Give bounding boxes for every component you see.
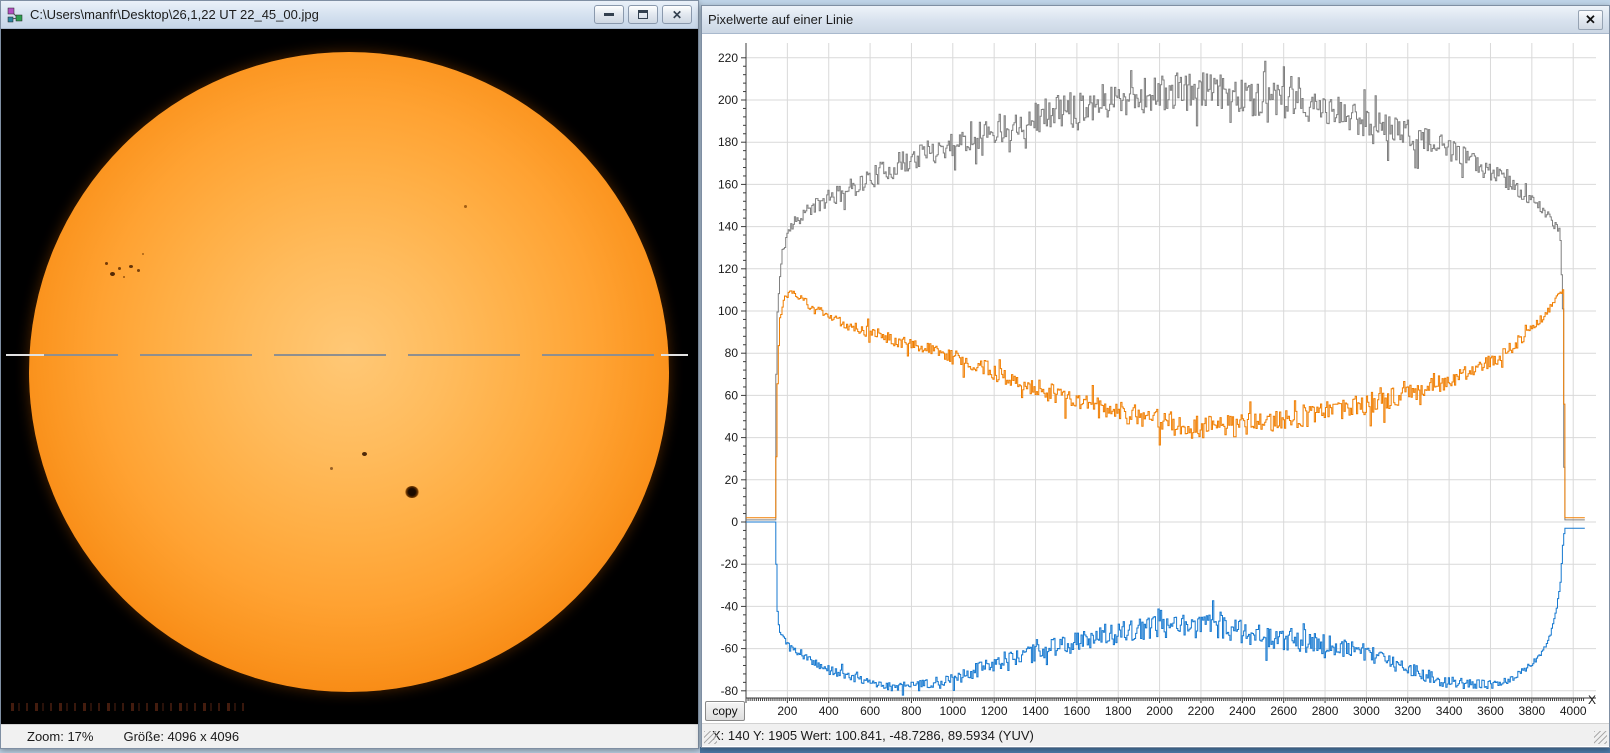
zoom-level: Zoom: 17% xyxy=(27,728,94,744)
maximize-icon xyxy=(638,10,648,19)
cursor-readout: X: 140 Y: 1905 Wert: 100.841, -48.7286, … xyxy=(712,727,1034,743)
sunspot xyxy=(137,269,140,272)
minimize-button[interactable] xyxy=(594,5,624,24)
svg-text:2200: 2200 xyxy=(1188,704,1215,718)
svg-text:140: 140 xyxy=(718,220,738,234)
svg-text:1200: 1200 xyxy=(981,704,1008,718)
svg-text:X: X xyxy=(1588,693,1596,707)
svg-text:2600: 2600 xyxy=(1270,704,1297,718)
svg-text:200: 200 xyxy=(718,93,738,107)
close-icon: ✕ xyxy=(671,7,683,22)
svg-text:200: 200 xyxy=(777,704,797,718)
app-icon xyxy=(7,7,23,22)
image-viewer-titlebar[interactable]: C:\Users\manfr\Desktop\26,1,22 UT 22_45_… xyxy=(1,1,698,29)
sun-disc xyxy=(29,52,669,692)
svg-text:-40: -40 xyxy=(721,599,739,613)
close-button[interactable]: ✕ xyxy=(662,5,692,24)
svg-text:3000: 3000 xyxy=(1353,704,1380,718)
svg-text:1400: 1400 xyxy=(1022,704,1049,718)
svg-text:120: 120 xyxy=(718,262,738,276)
svg-text:1800: 1800 xyxy=(1105,704,1132,718)
watermark-marks xyxy=(11,703,249,711)
svg-text:600: 600 xyxy=(860,704,880,718)
sunspot xyxy=(405,486,419,498)
svg-text:100: 100 xyxy=(718,304,738,318)
svg-text:40: 40 xyxy=(725,431,739,445)
pixel-values-window: Pixelwerte auf einer Linie ✕ -80 -60 -40 -2… xyxy=(701,5,1610,748)
sunspot xyxy=(330,467,333,470)
chart-area[interactable]: -80 -60 -40 -20 0 20 40 60 80 100 120 140 160 180 200 2… xyxy=(702,34,1609,723)
close-icon: ✕ xyxy=(1585,11,1596,27)
svg-text:20: 20 xyxy=(725,473,739,487)
svg-text:3200: 3200 xyxy=(1394,704,1421,718)
svg-text:1000: 1000 xyxy=(939,704,966,718)
minimize-icon xyxy=(604,13,614,16)
svg-text:800: 800 xyxy=(901,704,921,718)
sunspot xyxy=(129,265,133,268)
sun-image-canvas[interactable] xyxy=(1,29,698,724)
svg-text:-60: -60 xyxy=(721,642,739,656)
chart-statusbar: X: 140 Y: 1905 Wert: 100.841, -48.7286, … xyxy=(702,723,1609,746)
svg-text:180: 180 xyxy=(718,135,738,149)
svg-text:80: 80 xyxy=(725,346,739,360)
svg-text:160: 160 xyxy=(718,177,738,191)
svg-text:-20: -20 xyxy=(721,557,739,571)
image-viewer-title: C:\Users\manfr\Desktop\26,1,22 UT 22_45_… xyxy=(30,7,319,22)
svg-text:4000: 4000 xyxy=(1560,704,1587,718)
sunspot xyxy=(142,253,144,255)
sunspot xyxy=(118,267,121,270)
resize-grip-left[interactable] xyxy=(704,731,717,744)
sunspot xyxy=(105,262,108,265)
profile-line-tip-right xyxy=(661,354,688,356)
svg-text:220: 220 xyxy=(718,51,738,65)
copy-button[interactable]: copy xyxy=(705,701,745,721)
image-size: Größe: 4096 x 4096 xyxy=(123,728,240,744)
svg-text:2000: 2000 xyxy=(1146,704,1173,718)
desktop: C:\Users\manfr\Desktop\26,1,22 UT 22_45_… xyxy=(0,0,1610,753)
svg-text:-80: -80 xyxy=(721,684,739,698)
sunspot xyxy=(110,272,115,276)
sunspot xyxy=(362,452,367,456)
svg-text:60: 60 xyxy=(725,388,739,402)
resize-grip-right[interactable] xyxy=(1594,731,1607,744)
svg-text:2800: 2800 xyxy=(1312,704,1339,718)
pixel-profile-plot[interactable]: -80 -60 -40 -20 0 20 40 60 80 100 120 140 160 180 200 2… xyxy=(702,34,1609,723)
svg-text:400: 400 xyxy=(819,704,839,718)
svg-text:3800: 3800 xyxy=(1518,704,1545,718)
close-button[interactable]: ✕ xyxy=(1578,9,1603,30)
svg-text:2400: 2400 xyxy=(1229,704,1256,718)
pixel-values-title: Pixelwerte auf einer Linie xyxy=(708,12,854,27)
svg-text:0: 0 xyxy=(731,515,738,529)
profile-line xyxy=(6,354,688,356)
svg-text:3400: 3400 xyxy=(1436,704,1463,718)
sunspot xyxy=(464,205,467,208)
pixel-values-titlebar[interactable]: Pixelwerte auf einer Linie ✕ xyxy=(702,6,1609,34)
svg-text:3600: 3600 xyxy=(1477,704,1504,718)
maximize-button[interactable] xyxy=(628,5,658,24)
image-viewer-statusbar: Zoom: 17% Größe: 4096 x 4096 xyxy=(1,724,698,747)
svg-text:1600: 1600 xyxy=(1064,704,1091,718)
profile-line-tip-left xyxy=(6,354,44,356)
image-viewer-window: C:\Users\manfr\Desktop\26,1,22 UT 22_45_… xyxy=(0,0,699,749)
sunspot xyxy=(123,276,125,278)
